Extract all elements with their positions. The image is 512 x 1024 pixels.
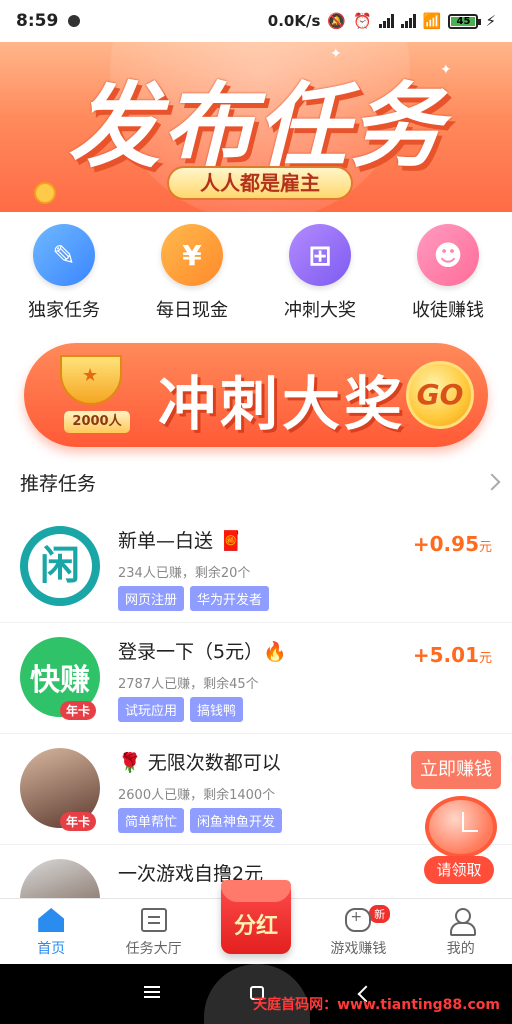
annual-card-badge: 年卡 <box>60 812 97 831</box>
watermark: 天庭首码网：www.tianting88.com <box>253 997 500 1013</box>
hero-banner[interactable]: ✦ ✦ 发布任务 人人都是雇主 <box>0 42 512 212</box>
nav-label: 我的 <box>446 941 475 957</box>
task-thumbnail-photo <box>20 859 100 898</box>
banner-subtitle: 人人都是雇主 <box>167 166 353 200</box>
star-icon: ★ <box>82 365 99 386</box>
users-icon: ☻ <box>417 224 479 286</box>
status-bar: 8:59 0.0K/s 🔕 ⏰ 📶 45 ⚡ <box>0 0 512 42</box>
edit-document-icon: ✎ <box>33 224 95 286</box>
task-row[interactable]: 快赚 年卡 登录一下（5元）🔥 2787人已赚，剩余45个 试玩应用 搞钱鸭 +… <box>0 623 512 734</box>
task-tag: 网页注册 <box>118 586 185 611</box>
task-tag: 华为开发者 <box>190 586 270 611</box>
notification-dot-icon <box>68 15 81 27</box>
mute-icon: 🔕 <box>327 12 347 30</box>
task-thumb-text: 快赚 <box>30 663 90 698</box>
nav-home[interactable]: 首页 <box>0 899 102 964</box>
task-tag: 搞钱鸭 <box>190 697 244 722</box>
quick-action-daily-cash[interactable]: ¥ 每日现金 <box>128 224 256 328</box>
annual-card-badge: 年卡 <box>60 701 97 720</box>
nav-game-earn[interactable]: 新 游戏赚钱 <box>307 899 409 964</box>
red-packet-label: 分红 <box>233 914 278 939</box>
yen-icon: ¥ <box>161 224 223 286</box>
battery-level: 45 <box>451 16 476 26</box>
task-meta: 2787人已赚，剩余45个 <box>118 677 259 692</box>
task-meta: 234人已赚，剩余20个 <box>118 566 251 581</box>
hierarchy-icon: ⊞ <box>289 224 351 286</box>
charging-icon: ⚡ <box>485 12 496 30</box>
earn-now-button[interactable]: 立即赚钱 <box>411 751 501 789</box>
task-tag: 简单帮忙 <box>118 808 185 833</box>
task-reward: +5.01元 <box>413 643 492 667</box>
task-name: 登录一下（5元）🔥 <box>118 641 287 663</box>
signal-icon <box>378 14 394 28</box>
reward-value: +0.95 <box>412 532 479 556</box>
task-row[interactable]: 闲 新单—白送 🧧 234人已赚，剩余20个 网页注册 华为开发者 +0.95元 <box>0 512 512 623</box>
task-tags: 网页注册 华为开发者 <box>118 586 270 611</box>
promo-title: 冲刺大奖 <box>157 370 406 438</box>
go-button[interactable]: GO <box>406 361 474 429</box>
task-tag: 试玩应用 <box>118 697 185 722</box>
task-meta: 2600人已赚，剩余1400个 <box>118 788 276 803</box>
task-thumbnail: 闲 <box>20 526 100 606</box>
status-time: 8:59 <box>16 11 59 31</box>
recommended-tasks-header[interactable]: 推荐任务 <box>20 462 501 502</box>
document-icon <box>140 908 167 932</box>
task-tag: 闲鱼神鱼开发 <box>190 808 283 833</box>
section-title: 推荐任务 <box>20 472 97 495</box>
task-reward: +0.95元 <box>413 532 492 556</box>
network-speed: 0.0K/s <box>267 12 321 30</box>
quick-action-exclusive-tasks[interactable]: ✎ 独家任务 <box>0 224 128 328</box>
quick-action-grand-prize[interactable]: ⊞ 冲刺大奖 <box>256 224 384 328</box>
nav-label: 任务大厅 <box>125 941 182 957</box>
system-navigation-bar: 天庭首码网：www.tianting88.com <box>0 964 512 1024</box>
promo-plaque: 2000人 <box>64 411 130 433</box>
quick-action-label: 独家任务 <box>28 300 100 321</box>
nav-task-hall[interactable]: 任务大厅 <box>102 899 204 964</box>
task-tags: 简单帮忙 闲鱼神鱼开发 <box>118 808 283 833</box>
gamepad-icon <box>345 908 372 932</box>
red-packet-flap <box>221 880 291 902</box>
home-icon <box>38 908 65 932</box>
claim-button[interactable]: 请领取 <box>424 856 494 884</box>
task-thumb-text: 闲 <box>28 534 92 598</box>
wifi-icon: 📶 <box>422 12 442 30</box>
task-tags: 试玩应用 搞钱鸭 <box>118 697 244 722</box>
reward-unit: 元 <box>478 540 492 555</box>
coin-icon <box>34 182 56 204</box>
reward-unit: 元 <box>478 651 492 666</box>
task-name: 🌹 无限次数都可以 <box>118 752 281 774</box>
new-badge: 新 <box>369 905 391 923</box>
grand-prize-promo[interactable]: ★ 2000人 冲刺大奖 GO <box>24 343 488 447</box>
task-name: 新单—白送 🧧 <box>118 530 243 552</box>
nav-profile[interactable]: 我的 <box>410 899 512 964</box>
signal-2-icon <box>400 14 416 28</box>
user-icon <box>448 908 476 936</box>
reward-value: +5.01 <box>412 643 479 667</box>
quick-action-label: 收徒赚钱 <box>412 300 484 321</box>
nav-label: 首页 <box>37 941 66 957</box>
clock-hand <box>462 830 478 832</box>
quick-action-label: 每日现金 <box>156 300 228 321</box>
quick-actions: ✎ 独家任务 ¥ 每日现金 ⊞ 冲刺大奖 ☻ 收徒赚钱 <box>0 224 512 328</box>
quick-action-label: 冲刺大奖 <box>284 300 356 321</box>
reward-clock-icon[interactable] <box>425 796 497 858</box>
red-packet-button[interactable]: 分红 <box>221 880 291 954</box>
clock-hand <box>462 812 464 832</box>
nav-label: 游戏赚钱 <box>330 941 387 957</box>
status-indicators: 0.0K/s 🔕 ⏰ 📶 45 ⚡ <box>268 12 496 30</box>
alarm-icon: ⏰ <box>353 12 372 30</box>
quick-action-recruit[interactable]: ☻ 收徒赚钱 <box>384 224 512 328</box>
chevron-right-icon <box>483 473 501 491</box>
menu-icon[interactable] <box>144 986 160 988</box>
battery-icon: 45 <box>448 13 482 29</box>
